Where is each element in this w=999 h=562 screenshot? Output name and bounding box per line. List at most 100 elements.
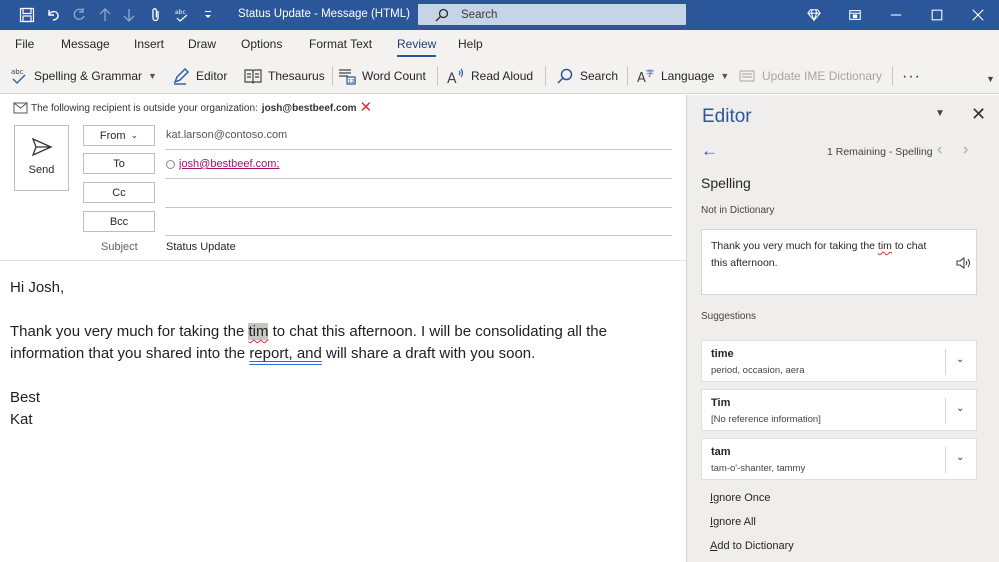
to-button[interactable]: To: [83, 153, 155, 174]
cc-button[interactable]: Cc: [83, 182, 155, 203]
minimize-icon[interactable]: [876, 0, 916, 30]
context-misspelled-word: tim: [877, 240, 892, 252]
not-in-dictionary-label: Not in Dictionary: [701, 205, 775, 216]
bcc-field[interactable]: [165, 235, 672, 236]
context-sentence-card: Thank you very much for taking the tim t…: [701, 229, 977, 295]
menu-insert[interactable]: Insert: [134, 37, 164, 51]
presence-icon: [166, 159, 175, 169]
menu-options[interactable]: Options: [241, 37, 282, 51]
word-count-icon: 123: [338, 67, 356, 85]
suggestion-item[interactable]: Tim [No reference information] ⌄: [701, 389, 977, 431]
read-aloud-label: Read Aloud: [471, 69, 534, 83]
read-aloud-icon: A: [447, 67, 465, 85]
infobar-text: The following recipient is outside your …: [31, 102, 258, 114]
menu-help[interactable]: Help: [458, 37, 483, 51]
spelling-heading: Spelling: [701, 175, 751, 191]
search-button[interactable]: Search: [556, 65, 618, 87]
collapse-ribbon-icon[interactable]: ▼: [986, 74, 995, 84]
closing: Best: [10, 389, 41, 406]
close-pane-icon[interactable]: ✕: [971, 104, 986, 125]
spelling-grammar-button[interactable]: abc Spelling & Grammar ▼: [10, 65, 157, 87]
more-options-icon[interactable]: ···: [902, 68, 921, 86]
suggestion-detail: period, occasion, aera: [711, 365, 805, 376]
to-underline: [165, 178, 672, 179]
read-aloud-button[interactable]: A Read Aloud: [447, 65, 533, 87]
window-title: Status Update - Message (HTML): [238, 8, 410, 20]
to-recipient[interactable]: josh@bestbeef.com;: [179, 158, 279, 170]
previous-issue-icon[interactable]: ‹: [937, 141, 942, 159]
svg-text:abc: abc: [11, 68, 24, 76]
save-icon[interactable]: [17, 5, 37, 25]
from-button[interactable]: From ⌄: [83, 125, 155, 146]
editor-button[interactable]: Editor: [172, 65, 227, 87]
chevron-down-icon[interactable]: ⌄: [956, 403, 964, 414]
language-button[interactable]: A字 Language ▼: [637, 65, 729, 87]
search-label: Search: [580, 69, 619, 83]
menu-file[interactable]: File: [15, 37, 34, 51]
ribbon-separator: [545, 66, 546, 86]
menu-message[interactable]: Message: [61, 37, 110, 51]
bcc-button[interactable]: Bcc: [83, 211, 155, 232]
svg-text:abc: abc: [175, 9, 186, 16]
spelling-check-icon[interactable]: abc: [172, 5, 192, 25]
chevron-down-icon: ▼: [720, 71, 730, 81]
attach-icon[interactable]: [146, 5, 166, 25]
chevron-down-icon[interactable]: ⌄: [956, 354, 964, 365]
cc-field[interactable]: [165, 207, 672, 208]
infobar-email: josh@bestbeef.com: [261, 102, 357, 114]
svg-text:A: A: [447, 71, 457, 85]
arrow-down-icon[interactable]: [119, 5, 139, 25]
premium-diamond-icon[interactable]: [794, 0, 834, 30]
from-value: kat.larson@contoso.com: [166, 129, 288, 141]
send-button[interactable]: Send: [14, 125, 69, 191]
back-arrow-icon[interactable]: ←: [701, 141, 718, 161]
suggestion-word: tam: [711, 446, 731, 458]
misspelled-word[interactable]: tim: [248, 323, 269, 340]
spelling-grammar-label: Spelling & Grammar: [34, 69, 143, 83]
editor-label: Editor: [196, 69, 228, 83]
speaker-icon[interactable]: [956, 256, 972, 270]
redo-icon[interactable]: [69, 5, 89, 25]
arrow-up-icon[interactable]: [95, 5, 115, 25]
suggestion-item[interactable]: tam tam-o'-shanter, tammy ⌄: [701, 438, 977, 480]
customize-toolbar-icon[interactable]: [198, 5, 218, 25]
suggestion-item[interactable]: time period, occasion, aera ⌄: [701, 340, 977, 382]
word-count-button[interactable]: 123 Word Count: [338, 65, 426, 87]
chevron-down-icon[interactable]: ⌄: [956, 452, 964, 463]
ribbon-separator: [332, 66, 333, 86]
maximize-icon[interactable]: [917, 0, 957, 30]
remove-recipient-icon[interactable]: ✕: [360, 100, 373, 115]
ribbon-separator: [627, 66, 628, 86]
menu-bar: File Message Insert Draw Options Format …: [0, 30, 999, 58]
grammar-flag[interactable]: report, and: [249, 345, 322, 362]
ribbon-display-icon[interactable]: [835, 0, 875, 30]
divider: [945, 398, 946, 424]
menu-draw[interactable]: Draw: [188, 37, 216, 51]
pane-options-icon[interactable]: ▼: [935, 108, 945, 119]
to-field[interactable]: josh@bestbeef.com;: [166, 158, 279, 170]
ignore-once-button[interactable]: Ignore Once: [710, 492, 771, 504]
undo-icon[interactable]: [43, 5, 63, 25]
update-ime-dictionary-button[interactable]: Update IME Dictionary: [738, 65, 882, 87]
bcc-label: Bcc: [109, 215, 129, 228]
message-body[interactable]: Hi Josh, Thank you very much for taking …: [10, 277, 680, 431]
suggestions-label: Suggestions: [701, 311, 757, 322]
next-issue-icon[interactable]: ›: [963, 141, 968, 159]
chevron-down-icon: ▼: [148, 71, 157, 81]
editor-title: Editor: [702, 106, 752, 127]
thesaurus-button[interactable]: Thesaurus: [244, 65, 325, 87]
subject-field[interactable]: Status Update: [166, 241, 236, 253]
ignore-all-button[interactable]: Ignore All: [710, 516, 756, 528]
menu-review[interactable]: Review: [397, 37, 437, 57]
search-placeholder: Search: [461, 8, 498, 21]
ribbon-separator: [892, 66, 893, 86]
add-to-dictionary-button[interactable]: Add to Dictionary: [710, 540, 794, 552]
close-window-icon[interactable]: [958, 0, 998, 30]
from-underline: [165, 149, 672, 150]
search-box[interactable]: Search: [418, 4, 686, 25]
menu-format-text[interactable]: Format Text: [309, 37, 372, 51]
word-count-label: Word Count: [362, 69, 426, 83]
update-ime-dictionary-label: Update IME Dictionary: [762, 69, 883, 83]
ime-dictionary-icon: [738, 67, 756, 85]
